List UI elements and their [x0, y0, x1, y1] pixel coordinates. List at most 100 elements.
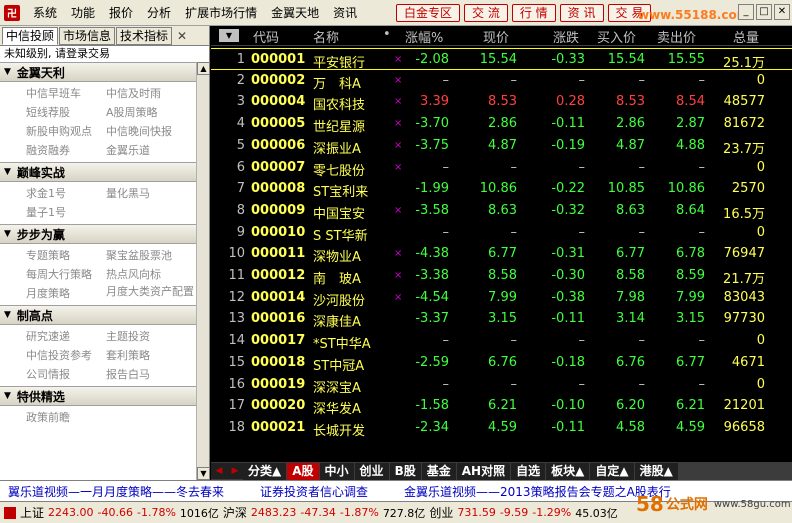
section-link[interactable]: 中信投资参考: [26, 347, 106, 364]
table-row[interactable]: 7 000008 ST宝利来 -1.99 10.86 -0.22 10.85 10.86 257…: [211, 178, 792, 200]
tab-prev-icon[interactable]: ◀: [211, 463, 227, 479]
section-link[interactable]: 公司情报: [26, 366, 106, 383]
table-row[interactable]: 2 000002 万 科A × – – – – –0: [211, 70, 792, 92]
table-row[interactable]: 8 000009 中国宝安 × -3.58 8.63 -0.32 8.63 8.64 16.5万: [211, 200, 792, 222]
market-tab[interactable]: 分类▲: [243, 462, 287, 480]
menu-analysis[interactable]: 分析: [140, 0, 178, 26]
menu-info[interactable]: 资讯: [326, 0, 364, 26]
market-tab[interactable]: B股: [389, 462, 421, 480]
col-price[interactable]: 现价: [483, 27, 509, 46]
table-row[interactable]: 5 000006 深振业A × -3.75 4.87 -0.19 4.87 4.88 23.7万: [211, 135, 792, 157]
col-buy[interactable]: 买入价: [597, 27, 636, 46]
column-menu-icon[interactable]: ▼: [219, 29, 239, 42]
market-tab[interactable]: 港股▲: [634, 462, 678, 480]
section-link[interactable]: 每周大行策略: [26, 266, 106, 283]
table-row[interactable]: 9 000010 S ST华新 – – – – – 0: [211, 222, 792, 244]
section-link[interactable]: 中信及时雨: [106, 85, 196, 102]
market-tab[interactable]: 板块▲: [546, 462, 590, 480]
market-tab[interactable]: 自定▲: [590, 462, 634, 480]
ask-price: –: [698, 72, 706, 88]
section-link[interactable]: 月度策略: [26, 285, 106, 302]
current-price: 6.76: [488, 354, 517, 370]
table-row[interactable]: 13 000016 深康佳A -3.37 3.15 -0.11 3.14 3.15 97730: [211, 308, 792, 330]
ticker-item[interactable]: 证券投资者信心调查: [260, 483, 368, 500]
table-row[interactable]: 6 000007 零七股份 × – – – – –0: [211, 157, 792, 179]
market-tab[interactable]: 创业: [354, 462, 389, 480]
section-link[interactable]: 中信早班车: [26, 85, 106, 102]
col-sell[interactable]: 卖出价: [657, 27, 696, 46]
section-link[interactable]: 量化黑马: [106, 185, 196, 202]
ticker-item[interactable]: 翼乐道视频—一月月度策略——冬去春来: [8, 483, 224, 500]
table-row[interactable]: 10 000011 深物业A × -4.38 6.77 -0.31 6.77 6.78 76947: [211, 243, 792, 265]
section-header[interactable]: ▼ 巅峰实战: [0, 162, 196, 182]
info-button[interactable]: 资 讯: [559, 4, 604, 22]
market-tab[interactable]: A股: [287, 462, 319, 480]
table-row[interactable]: 17 000020 深华发A -1.58 6.21 -0.10 6.20 6.21 21201: [211, 395, 792, 417]
market-tab[interactable]: 自选: [511, 462, 546, 480]
scroll-up-icon[interactable]: ▲: [197, 62, 210, 75]
section-link[interactable]: 金翼乐道: [106, 142, 196, 159]
section-link[interactable]: 短线荐股: [26, 104, 106, 121]
table-row[interactable]: 1 000001 平安银行 × -2.08 15.54 -0.33 15.54 15.55 25.…: [211, 48, 792, 71]
maximize-icon[interactable]: □: [756, 4, 772, 20]
section-link[interactable]: 研究速递: [26, 328, 106, 345]
minimize-icon[interactable]: _: [738, 4, 754, 20]
section-header[interactable]: ▼ 金翼天利: [0, 62, 196, 82]
section-link[interactable]: 报告白马: [106, 366, 196, 383]
col-chg[interactable]: 涨跌: [553, 27, 579, 46]
section-header[interactable]: ▼ 制高点: [0, 305, 196, 325]
total-volume: 81672: [723, 116, 765, 132]
bid-price: –: [638, 159, 646, 175]
tab-market-info[interactable]: 市场信息: [59, 26, 116, 45]
col-vol[interactable]: 总量: [733, 27, 759, 46]
ticker-item[interactable]: 金翼乐道视频——2013策略报告会专题之A股表行: [404, 483, 671, 500]
table-row[interactable]: 16 000019 深深宝A – – – – – 0: [211, 374, 792, 396]
quote-button[interactable]: 行 情: [511, 4, 556, 22]
watermark-text: 公式网: [665, 497, 708, 513]
tab-next-icon[interactable]: ▶: [227, 463, 243, 479]
market-tab[interactable]: 基金: [421, 462, 456, 480]
scroll-down-icon[interactable]: ▼: [197, 467, 210, 480]
tab-citic-advisor[interactable]: 中信投顾: [2, 26, 59, 45]
section-link[interactable]: 政策前瞻: [26, 409, 106, 426]
section-link[interactable]: 新股申购观点: [26, 123, 106, 140]
close-icon[interactable]: ✕: [774, 4, 790, 20]
table-row[interactable]: 4 000005 世纪星源 × -3.70 2.86 -0.11 2.86 2.87 81672: [211, 113, 792, 135]
stock-name: 国农科技: [313, 98, 366, 114]
col-code[interactable]: 代码: [253, 27, 279, 46]
window-controls: _ □ ✕: [738, 4, 790, 20]
menu-system[interactable]: 系统: [26, 0, 64, 26]
section-link[interactable]: 热点风向标: [106, 266, 196, 283]
table-row[interactable]: 14 000017 *ST中华A – – – – – 0: [211, 330, 792, 352]
tab-tech-indicator[interactable]: 技术指标: [116, 26, 173, 45]
table-row[interactable]: 3 000004 国农科技 × 3.39 8.53 0.28 8.53 8.54 48577: [211, 91, 792, 113]
section-link[interactable]: 求金1号: [26, 185, 106, 202]
section-header[interactable]: ▼ 步步为赢: [0, 224, 196, 244]
market-tab[interactable]: AH对照: [456, 462, 511, 480]
left-scrollbar[interactable]: ▲ ▼: [196, 62, 210, 480]
menu-golden-wing[interactable]: 金翼天地: [264, 0, 326, 26]
menu-extended-market[interactable]: 扩展市场行情: [178, 0, 264, 26]
table-row[interactable]: 15 000018 ST中冠A -2.59 6.76 -0.18 6.76 6.77 4671: [211, 352, 792, 374]
table-row[interactable]: 11 000012 南 玻A × -3.38 8.58 -0.30 8.58 8.59 21.7万: [211, 265, 792, 287]
section-link[interactable]: 套利策略: [106, 347, 196, 364]
section-link[interactable]: 月度大类资产配置: [106, 285, 196, 302]
menu-quote[interactable]: 报价: [102, 0, 140, 26]
section-link[interactable]: 量子1号: [26, 204, 106, 221]
table-row[interactable]: 18 000021 长城开发 -2.34 4.59 -0.11 4.58 4.59 96658: [211, 417, 792, 439]
col-name[interactable]: 名称: [313, 27, 339, 46]
market-tab[interactable]: 中小: [319, 462, 354, 480]
platinum-zone-button[interactable]: 白金专区: [396, 4, 461, 22]
exchange-button[interactable]: 交 流: [464, 4, 508, 22]
section-link[interactable]: 专题策略: [26, 247, 106, 264]
panel-close-icon[interactable]: ✕: [177, 29, 187, 43]
section-link[interactable]: 融资融券: [26, 142, 106, 159]
section-link[interactable]: 中信晚间快报: [106, 123, 196, 140]
section-link[interactable]: 主题投资: [106, 328, 196, 345]
section-header[interactable]: ▼ 特供精选: [0, 386, 196, 406]
table-row[interactable]: 12 000014 沙河股份 × -4.54 7.99 -0.38 7.98 7.99 83043: [211, 287, 792, 309]
col-pct[interactable]: 涨幅%: [405, 27, 443, 46]
section-link[interactable]: 聚宝盆股票池: [106, 247, 196, 264]
menu-function[interactable]: 功能: [64, 0, 102, 26]
section-link[interactable]: A股周策略: [106, 104, 196, 121]
